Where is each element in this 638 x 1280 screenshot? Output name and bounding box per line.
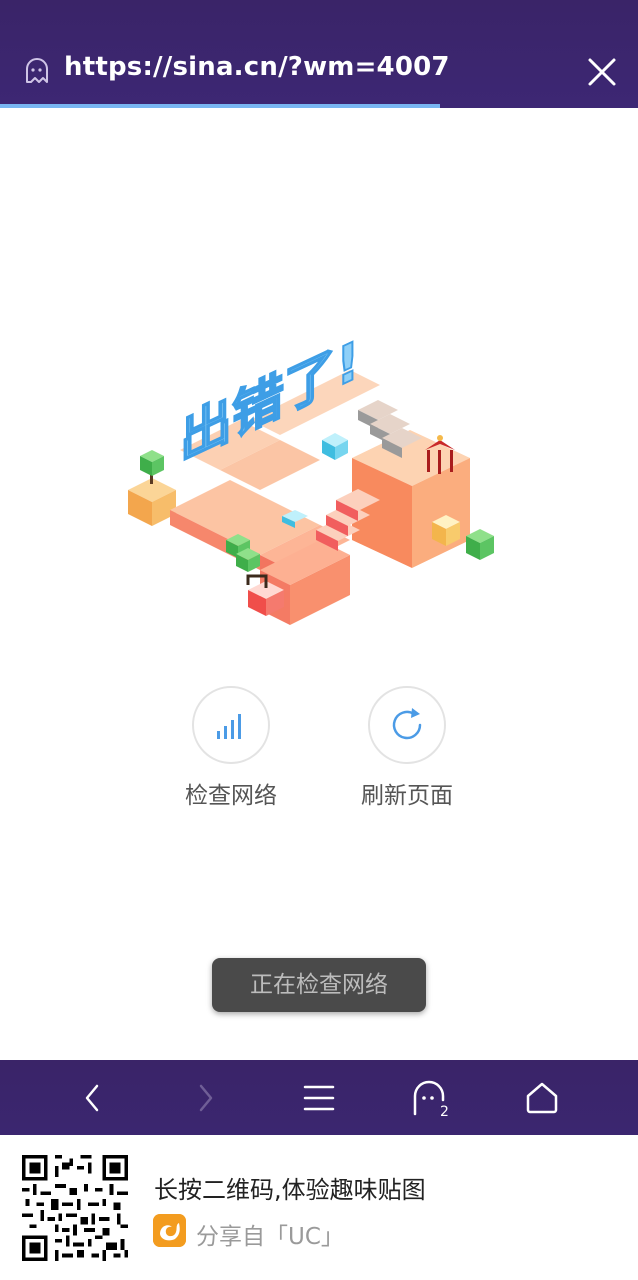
refresh-page-circle[interactable] (368, 686, 446, 764)
menu-icon[interactable] (299, 1078, 339, 1118)
share-source: 分享自「UC」 (196, 1224, 344, 1250)
home-icon[interactable] (522, 1078, 562, 1118)
forward-icon[interactable] (186, 1078, 226, 1118)
share-footer: 长按二维码,体验趣味贴图 分享自「UC」 (0, 1135, 638, 1280)
error-illustration: 出错了! (128, 340, 494, 625)
refresh-icon (392, 708, 422, 740)
close-icon[interactable] (586, 56, 618, 88)
url-text[interactable]: https://sina.cn/?wm=4007 (64, 52, 450, 82)
bottom-toolbar: 2 (0, 1060, 638, 1135)
qr-code[interactable] (22, 1155, 128, 1261)
check-network-circle[interactable] (192, 686, 270, 764)
share-headline: 长按二维码,体验趣味贴图 (154, 1176, 426, 1204)
refresh-page-label[interactable]: 刷新页面 (342, 776, 472, 810)
check-network-label[interactable]: 检查网络 (166, 776, 296, 810)
address-bar: https://sina.cn/?wm=4007 (0, 0, 638, 108)
back-icon[interactable] (72, 1078, 112, 1118)
check-network-button[interactable]: 检查网络 (166, 686, 296, 810)
uc-logo-icon (153, 1214, 186, 1247)
browser-page: https://sina.cn/?wm=4007 出错了! 检查网络 刷新页面 … (0, 0, 638, 1280)
tab-count: 2 (440, 1104, 449, 1118)
signal-bars-icon (217, 714, 241, 739)
ghost-icon[interactable] (22, 56, 52, 86)
toast-message: 正在检查网络 (212, 958, 426, 1012)
tabs-icon[interactable]: 2 (410, 1078, 450, 1118)
load-progress-bar (0, 104, 441, 108)
refresh-page-button[interactable]: 刷新页面 (342, 686, 472, 810)
